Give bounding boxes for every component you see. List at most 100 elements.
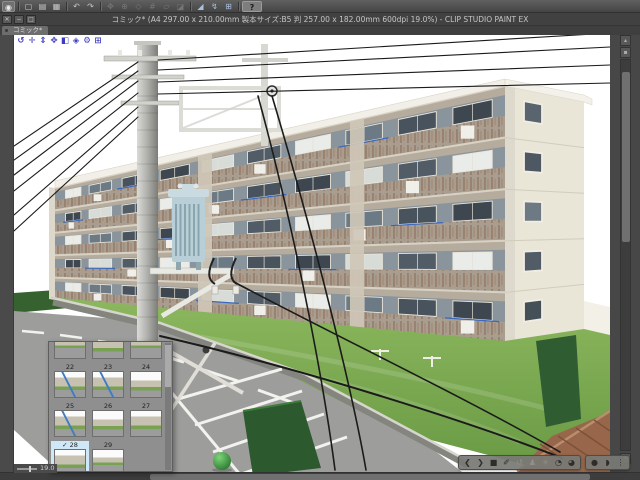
thumbnail-page-24[interactable]: 24 [127, 363, 165, 401]
open-file-icon[interactable]: ▤ [36, 1, 49, 12]
main-toolbar: ◉ ▢ ▤ ▦ ↶ ↷ ✥ ⊕ ◇ # ▱ ◪ ◢ ↯ ⊞ ? [0, 0, 640, 13]
thumbnail-image [92, 342, 124, 359]
checkmark-icon: ✓ [62, 441, 68, 449]
stop-icon[interactable]: ■ [488, 456, 499, 469]
object-move-icon[interactable]: ✥ [49, 36, 59, 46]
pose-material-icon[interactable]: ◗ [602, 456, 613, 469]
clip-studio-paint-window: ◉ ▢ ▤ ▦ ↶ ↷ ✥ ⊕ ◇ # ▱ ◪ ◢ ↯ ⊞ ? ✕ − □ コミ… [0, 0, 640, 480]
camera-orbit-vertical-icon[interactable]: ◕ [566, 456, 577, 469]
thumbnail-image [130, 410, 162, 437]
thumbnail-page-26[interactable]: 26 [89, 402, 127, 440]
free-transform-icon: ✥ [107, 1, 114, 11]
toolbar-separator [238, 1, 239, 11]
flip-horizontal-icon: ▱ [163, 1, 170, 11]
undo-icon[interactable]: ↶ [70, 1, 83, 12]
scroll-up-button[interactable]: ▴ [620, 35, 631, 46]
thumbnail-image [92, 410, 124, 437]
thumbnail-page[interactable] [89, 342, 127, 362]
thumbnail-page-27[interactable]: 27 [127, 402, 165, 440]
thumbnail-label: 26 [103, 402, 113, 410]
thumbnail-label: ✓ 28 [62, 441, 78, 449]
thumbnail-page-23[interactable]: 23 [89, 363, 127, 401]
3d-object-toolbar: ↺ ✛ ⇕ ✥ ◧ ◈ ⚙ ⊞ [16, 36, 103, 46]
move-character-icon: ♟ [528, 458, 537, 467]
object-rotate-icon[interactable]: ◧ [60, 36, 70, 46]
canvas-area[interactable]: ↺ ✛ ⇕ ✥ ◧ ◈ ⚙ ⊞ 19.0 22 23 24 25 26 27 ✓… [14, 35, 630, 473]
scroll-page-button[interactable]: ▪ [620, 47, 631, 58]
camera-orbit-horizontal-icon[interactable]: ◔ [553, 456, 564, 469]
toolbar-separator [100, 1, 101, 11]
snap-3d-icon[interactable]: ⚙ [82, 36, 92, 46]
zoom-value: 19.0 [40, 464, 55, 472]
camera-zoom-icon[interactable]: ⇕ [38, 36, 48, 46]
save-file-icon[interactable]: ▦ [50, 1, 63, 12]
toolbar-separator [190, 1, 191, 11]
document-tab-strip: コミック* [0, 26, 640, 35]
thumbnail-image [130, 371, 162, 398]
fill-tool-icon: ◪ [176, 1, 185, 11]
thumbnail-page[interactable] [127, 342, 165, 362]
zoom-indicator: 19.0 [14, 464, 58, 473]
toolbar-separator [66, 1, 67, 11]
thumbnail-image [54, 371, 86, 398]
thumbnail-grid: 22 23 24 25 26 27 ✓ 28 29 [51, 342, 167, 471]
3d-launcher-side-group: ● ◗ ⋮ [585, 455, 630, 470]
3d-launcher-bar: ❮ ❯ ■ ✐ ↺ ♟ ✳ ◔ ◕ ● ◗ ⋮ [458, 455, 630, 470]
thumbnail-label: 29 [103, 441, 113, 449]
right-scroll-zone: ▴ ▪ ▾ [610, 35, 640, 472]
snap-grid-icon[interactable]: ⊞ [222, 1, 235, 12]
object-pan-icon[interactable]: ◈ [71, 36, 81, 46]
camera-rotate-icon[interactable]: ↺ [16, 36, 26, 46]
mesh-transform-icon: # [149, 1, 156, 11]
horizontal-scrollbar-thumb[interactable] [150, 474, 590, 480]
rotate-joint-icon: ↺ [516, 458, 523, 467]
root-manipulator-icon[interactable]: ● [589, 456, 600, 469]
horizontal-scrollbar[interactable] [0, 472, 640, 480]
thumbnail-page-22[interactable]: 22 [51, 363, 89, 401]
thumbnail-image [54, 449, 86, 471]
document-tab-label: コミック* [13, 26, 43, 34]
thumbnail-page[interactable] [51, 342, 89, 362]
thumbnail-panel-scrollbar[interactable] [165, 343, 171, 470]
zoom-slider[interactable] [17, 465, 37, 472]
object-list-icon[interactable]: ⊞ [93, 36, 103, 46]
vertical-scrollbar-thumb[interactable] [622, 72, 630, 242]
help-icon[interactable]: ? [242, 0, 262, 12]
thumbnail-label: 24 [141, 363, 151, 371]
rotate-icon: ◇ [135, 1, 142, 11]
thumbnail-image [92, 371, 124, 398]
edit-pose-icon[interactable]: ✐ [501, 456, 512, 469]
thumbnail-number: 28 [69, 441, 78, 449]
page-thumbnail-panel: 22 23 24 25 26 27 ✓ 28 29 [48, 341, 173, 472]
fix-pose-icon: ✳ [542, 458, 549, 467]
new-file-icon[interactable]: ▢ [22, 1, 35, 12]
drag-handle-icon[interactable]: ⋮ [615, 456, 626, 469]
thumbnail-image [92, 449, 124, 471]
thumbnail-page-29[interactable]: 29 [89, 441, 127, 471]
thumbnail-panel-scrollbar-thumb[interactable] [165, 345, 171, 387]
document-tab[interactable]: コミック* [2, 26, 49, 35]
snap-special-ruler-icon[interactable]: ↯ [208, 1, 221, 12]
vertical-scrollbar[interactable] [620, 59, 631, 451]
toolbar-separator [18, 1, 19, 11]
thumbnail-label: 25 [65, 402, 75, 410]
left-palette-dock [0, 35, 14, 472]
3d-launcher-main-group: ❮ ❯ ■ ✐ ↺ ♟ ✳ ◔ ◕ [458, 455, 581, 470]
scale-rotate-icon: ⊕ [121, 1, 128, 11]
thumbnail-image [130, 342, 162, 359]
thumbnail-image [54, 342, 86, 359]
next-pose-icon[interactable]: ❯ [475, 456, 486, 469]
thumbnail-label: 22 [65, 363, 75, 371]
zoom-slider-knob[interactable] [29, 465, 31, 472]
thumbnail-label: 27 [141, 402, 151, 410]
thumbnail-page-25[interactable]: 25 [51, 402, 89, 440]
previous-pose-icon[interactable]: ❮ [462, 456, 473, 469]
title-bar: ✕ − □ コミック* (A4 297.00 x 210.00mm 製本サイズ:… [0, 13, 640, 26]
thumbnail-label: 23 [103, 363, 113, 371]
camera-pan-icon[interactable]: ✛ [27, 36, 37, 46]
clip-studio-logo-icon[interactable]: ◉ [2, 0, 15, 12]
tab-modified-dot-icon [5, 29, 8, 32]
redo-icon[interactable]: ↷ [84, 1, 97, 12]
window-title: コミック* (A4 297.00 x 210.00mm 製本サイズ:B5 判 2… [111, 15, 529, 24]
snap-ruler-icon[interactable]: ◢ [194, 1, 207, 12]
